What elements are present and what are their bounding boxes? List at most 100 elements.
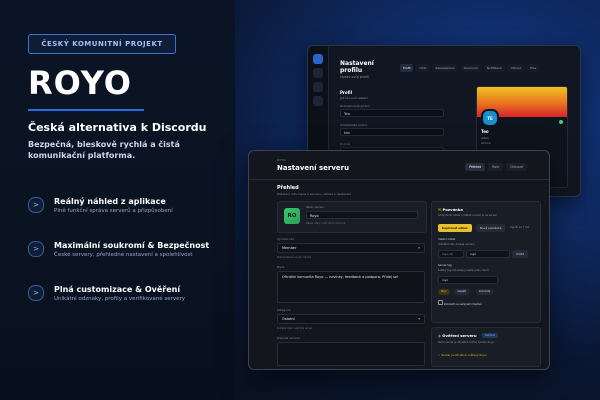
field-label: Popis	[277, 265, 285, 269]
field-label: Pravidla serveru	[277, 336, 300, 340]
card-text: Sdílej tento odkaz s přáteli a pozvi je …	[438, 214, 498, 217]
save-vanity-button[interactable]: Uložit	[512, 250, 528, 258]
title-line: Nastavení	[340, 60, 374, 67]
feature-item: > Maximální soukromí & Bezpečnost České …	[28, 241, 228, 271]
tag-chip[interactable]: Royo	[438, 289, 450, 295]
checkbox-icon	[438, 300, 443, 305]
server-icon[interactable]	[313, 82, 323, 92]
promo-panel: ČESKÝ KOMUNITNÍ PROJEKT ROYO Česká alter…	[0, 0, 235, 400]
card-title: ✉ Pozvánka	[438, 207, 463, 212]
title-underline	[28, 109, 144, 111]
verification-card: ◈ Ověření serveru Ověřeno Tento server j…	[431, 327, 541, 367]
server-tag-input[interactable]: royo	[438, 276, 498, 284]
default-role-value: Member	[282, 246, 297, 250]
feature-description: Plně funkční správa serverů a přizpůsobe…	[54, 208, 173, 214]
field-label: Výchozí role	[277, 237, 294, 241]
tab-roles[interactable]: Role	[488, 163, 504, 171]
tag-chip[interactable]: komunita	[476, 289, 494, 295]
server-logo[interactable]: RO	[284, 208, 300, 224]
category-value: Ostatní	[282, 317, 295, 321]
field-label: Server tag	[438, 264, 452, 267]
vanity-url-input[interactable]: royo	[466, 250, 510, 258]
brand-tag: ROYO	[277, 159, 286, 162]
chevron-down-icon: ▾	[418, 317, 420, 321]
server-icon[interactable]	[313, 54, 323, 64]
username-field[interactable]: teo	[340, 128, 444, 136]
feature-title: Reálný náhled z aplikace	[54, 197, 166, 206]
settings-tabs: Přehled Role Členové	[465, 163, 527, 171]
invite-expiry: Vyprší za 7 dní	[510, 226, 530, 229]
tab-privacy[interactable]: Soukromí	[460, 64, 481, 72]
product-title: ROYO	[28, 64, 132, 102]
server-name-field[interactable]: Royo	[306, 211, 418, 219]
avatar: TE	[481, 109, 499, 127]
overview-sidebar: ✉ Pozvánka Sdílej tento odkaz s přáteli …	[431, 201, 541, 367]
feature-title: Plná customizace & Ověření	[54, 285, 181, 294]
feature-description: Unikátní odznaky, profily a verifikované…	[54, 296, 186, 302]
tab-profile[interactable]: Profil	[400, 64, 414, 72]
field-label: O mně	[340, 142, 350, 146]
vanity-prefix: royo.cz/	[438, 250, 464, 258]
field-hint: Pomáhá lidem najít tvůj server	[277, 327, 313, 330]
product-subtitle: Česká alternativa k Discordu	[28, 121, 207, 134]
chevron-right-icon: >	[28, 241, 44, 257]
tab-appearance[interactable]: Vzhled	[507, 64, 524, 72]
verified-status: ✓ Server je oficiálně ověřený Royo	[438, 353, 486, 357]
feature-item: > Reálný náhled z aplikace Plně funkční …	[28, 197, 228, 227]
rules-field[interactable]	[277, 342, 425, 366]
tab-notifications[interactable]: Notifikace	[483, 64, 505, 72]
server-settings-window: ROYO Nastavení serveru Přehled Role Člen…	[248, 150, 550, 370]
card-title-text: Ověření serveru	[442, 333, 477, 338]
server-identity-card: RO Název serveru Royo Název, který uvidí…	[277, 201, 427, 233]
title-line: profilu	[340, 67, 363, 74]
card-title: ◈ Ověření serveru	[438, 333, 477, 338]
section-title: Přehled	[277, 185, 299, 191]
copy-invite-button[interactable]: Kopírovat odkaz	[438, 224, 472, 232]
field-hint: Role přiřazená novým členům	[277, 256, 312, 259]
chevron-right-icon: >	[28, 285, 44, 301]
new-invite-button[interactable]: Nová pozvánka	[476, 224, 506, 232]
preview-name: Teo	[481, 129, 489, 134]
field-label: Kategorie	[277, 308, 291, 312]
tag-chip[interactable]: nejlepší	[454, 289, 470, 295]
preview-handle: @teo	[481, 136, 489, 140]
field-label: Název serveru	[306, 206, 325, 209]
tab-account[interactable]: Účet	[416, 64, 430, 72]
field-hint: Unikátní URL adresa serveru	[438, 243, 475, 246]
feature-item: > Plná customizace & Ověření Unikátní od…	[28, 285, 228, 315]
settings-tabs: Profil Účet Zabezpečení Soukromí Notifik…	[400, 64, 540, 72]
tab-overview[interactable]: Přehled	[465, 163, 486, 171]
category-select[interactable]: Ostatní ▾	[277, 314, 425, 324]
default-role-select[interactable]: Member ▾	[277, 243, 425, 253]
tab-voice[interactable]: Hlas	[526, 64, 540, 72]
section-title: Profil	[340, 90, 352, 95]
field-hint: Krátký tag zobrazený vedle jmen členů	[438, 269, 489, 272]
window-header: ROYO Nastavení serveru Přehled Role Člen…	[249, 151, 549, 180]
product-description: Bezpečná, bleskově rychlá a čistá komuni…	[28, 140, 180, 160]
preview-status: Online	[481, 141, 491, 145]
online-status-icon	[559, 120, 563, 124]
page-subtitle: Uprav svůj profil	[340, 75, 369, 79]
page-title: Nastavení serveru	[277, 164, 350, 172]
description-field[interactable]: Oficiální komunita Royo — novinky, feedb…	[277, 271, 425, 303]
server-icon[interactable]	[313, 96, 323, 106]
tab-security[interactable]: Zabezpečení	[432, 64, 458, 72]
field-label: Vlastní odkaz	[438, 238, 456, 241]
chevron-right-icon: >	[28, 197, 44, 213]
project-badge: ČESKÝ KOMUNITNÍ PROJEKT	[28, 34, 176, 54]
public-discovery-toggle[interactable]: Zobrazit ve veřejném hledání	[438, 300, 482, 306]
feature-description: České servery, přehledné nastavení a spo…	[54, 252, 193, 258]
feature-title: Maximální soukromí & Bezpečnost	[54, 241, 210, 250]
section-subtitle: Základní informace o serveru, vzhled a n…	[277, 192, 352, 196]
server-icon[interactable]	[313, 68, 323, 78]
overview-form: RO Název serveru Royo Název, který uvidí…	[277, 201, 427, 366]
page-title: Nastavení profilu	[340, 60, 374, 74]
invite-card: ✉ Pozvánka Sdílej tento odkaz s přáteli …	[431, 201, 541, 323]
verified-status-text: Server je oficiálně ověřený Royo	[441, 353, 487, 357]
toggle-label: Zobrazit ve veřejném hledání	[443, 303, 482, 306]
tab-members[interactable]: Členové	[506, 163, 527, 171]
field-label: Zobrazované jméno	[340, 104, 370, 108]
card-text: Tento server je oficiálně ověřen týmem R…	[438, 341, 495, 344]
display-name-field[interactable]: Teo	[340, 109, 444, 117]
field-label: Uživatelské jméno	[340, 123, 368, 127]
